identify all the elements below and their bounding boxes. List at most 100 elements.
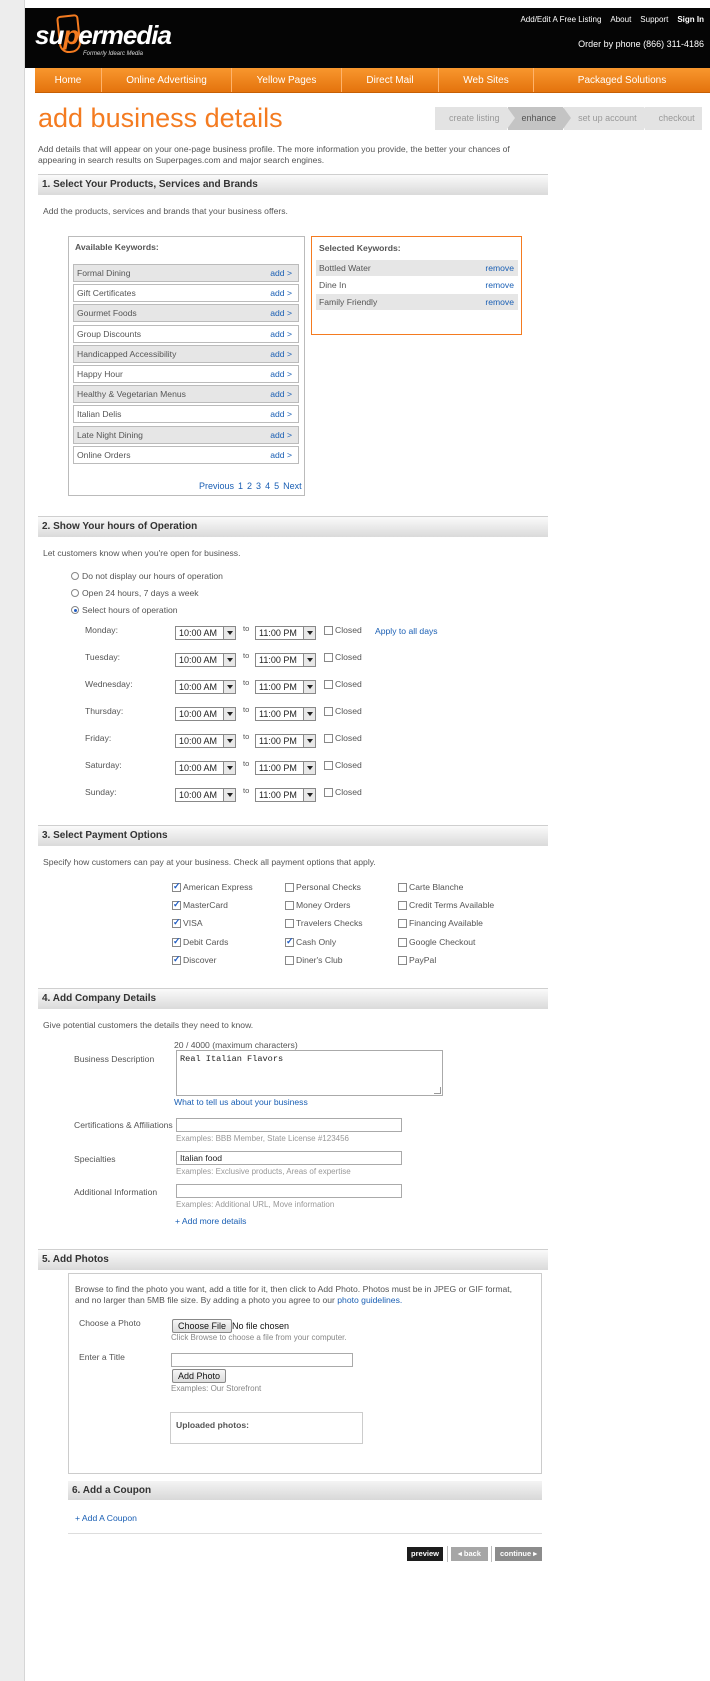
- payment-checkbox-diner-s-club[interactable]: [285, 955, 294, 965]
- pager-page-5[interactable]: 5: [274, 481, 279, 491]
- keyword-row-gift-certificates: Gift Certificates add >: [73, 284, 299, 303]
- top-link-sign-in[interactable]: Sign In: [677, 15, 704, 24]
- nav-packaged-solutions[interactable]: Packaged Solutions: [534, 68, 710, 92]
- step-set-up-account[interactable]: set up account: [564, 107, 652, 130]
- specialties-input[interactable]: Italian food: [176, 1151, 402, 1165]
- pager-next[interactable]: Next: [283, 481, 302, 491]
- payment-checkbox-mastercard[interactable]: [172, 899, 181, 911]
- remove-keyword-link[interactable]: remove: [485, 294, 514, 310]
- closed-checkbox-saturday[interactable]: [324, 761, 333, 770]
- step-create-listing[interactable]: create listing: [435, 107, 515, 130]
- nav-home[interactable]: Home: [35, 68, 102, 92]
- add-keyword-link[interactable]: add >: [270, 427, 292, 443]
- add-keyword-link[interactable]: add >: [270, 305, 292, 321]
- photo-guidelines-link[interactable]: photo guidelines.: [337, 1295, 402, 1305]
- close-time-select-sunday[interactable]: 11:00 PM: [255, 788, 316, 802]
- dropdown-arrow-icon: [223, 681, 235, 693]
- close-time-select-tuesday[interactable]: 11:00 PM: [255, 653, 316, 667]
- payment-checkbox-google-checkout[interactable]: [398, 937, 407, 947]
- open-time-select-wednesday[interactable]: 10:00 AM: [175, 680, 236, 694]
- payment-checkbox-discover[interactable]: [172, 954, 181, 965]
- open-time-select-monday[interactable]: 10:00 AM: [175, 626, 236, 640]
- payment-checkbox-financing-available[interactable]: [398, 919, 407, 929]
- add-keyword-link[interactable]: add >: [270, 366, 292, 382]
- closed-label: Closed: [335, 652, 362, 662]
- logo[interactable]: supermedia Formerly Idearc Media: [35, 13, 172, 57]
- apply-all-days-link[interactable]: Apply to all days: [375, 626, 438, 636]
- step-enhance[interactable]: enhance: [507, 107, 571, 130]
- selected-keyword-label: Dine In: [319, 280, 347, 290]
- payment-checkbox-personal-checks[interactable]: [285, 883, 294, 892]
- keyword-label: Happy Hour: [77, 369, 123, 379]
- pager-page-2[interactable]: 2: [247, 481, 252, 491]
- selected-keywords-title: Selected Keywords:: [319, 243, 401, 253]
- close-time-select-thursday[interactable]: 11:00 PM: [255, 707, 316, 721]
- payment-checkbox-paypal[interactable]: [398, 955, 407, 965]
- add-keyword-link[interactable]: add >: [270, 447, 292, 463]
- close-time-value: 11:00 PM: [259, 682, 297, 692]
- back-button[interactable]: ◂ back: [451, 1547, 488, 1561]
- closed-checkbox-wednesday[interactable]: [324, 680, 333, 689]
- add-keyword-link[interactable]: add >: [270, 346, 292, 362]
- radio-select-hours[interactable]: [71, 606, 79, 614]
- top-link-support[interactable]: Support: [640, 15, 668, 24]
- pager-page-1[interactable]: 1: [238, 481, 243, 491]
- add-keyword-link[interactable]: add >: [270, 386, 292, 402]
- open-time-select-sunday[interactable]: 10:00 AM: [175, 788, 236, 802]
- nav-online-advertising[interactable]: Online Advertising: [102, 68, 232, 92]
- add-coupon-link[interactable]: + Add A Coupon: [75, 1513, 137, 1523]
- closed-label: Closed: [335, 706, 362, 716]
- dropdown-arrow-icon: [303, 627, 315, 639]
- radio-open-24[interactable]: [71, 589, 79, 597]
- top-link-about[interactable]: About: [610, 15, 631, 24]
- payment-checkbox-money-orders[interactable]: [285, 901, 294, 911]
- nav-direct-mail[interactable]: Direct Mail: [342, 68, 439, 92]
- top-link-add-edit[interactable]: Add/Edit A Free Listing: [520, 15, 601, 24]
- closed-checkbox-monday[interactable]: [324, 626, 333, 635]
- step-checkout[interactable]: checkout: [644, 107, 702, 130]
- add-keyword-link[interactable]: add >: [270, 406, 292, 422]
- add-keyword-link[interactable]: add >: [270, 265, 292, 281]
- add-photo-button[interactable]: Add Photo: [172, 1369, 227, 1383]
- additional-info-input[interactable]: [176, 1184, 402, 1198]
- photo-title-input[interactable]: [171, 1353, 353, 1367]
- remove-keyword-link[interactable]: remove: [485, 260, 514, 276]
- payment-checkbox-travelers-checks[interactable]: [285, 919, 294, 929]
- open-time-select-friday[interactable]: 10:00 AM: [175, 734, 236, 748]
- remove-keyword-link[interactable]: remove: [485, 277, 514, 293]
- payment-checkbox-visa[interactable]: [172, 917, 181, 929]
- payment-checkbox-debit-cards[interactable]: [172, 936, 181, 947]
- payment-checkbox-carte-blanche[interactable]: [398, 883, 407, 892]
- closed-checkbox-sunday[interactable]: [324, 788, 333, 797]
- business-description-textarea[interactable]: Real Italian Flavors: [176, 1050, 443, 1096]
- what-to-tell-link[interactable]: What to tell us about your business: [174, 1097, 308, 1107]
- close-time-select-friday[interactable]: 11:00 PM: [255, 734, 316, 748]
- add-keyword-link[interactable]: add >: [270, 285, 292, 301]
- payment-checkbox-american-express[interactable]: [172, 881, 181, 892]
- preview-button[interactable]: preview: [407, 1547, 443, 1561]
- pager-previous[interactable]: Previous: [199, 481, 234, 491]
- closed-checkbox-friday[interactable]: [324, 734, 333, 743]
- nav-web-sites[interactable]: Web Sites: [439, 68, 534, 92]
- close-time-select-monday[interactable]: 11:00 PM: [255, 626, 316, 640]
- open-time-select-thursday[interactable]: 10:00 AM: [175, 707, 236, 721]
- close-time-select-saturday[interactable]: 11:00 PM: [255, 761, 316, 775]
- closed-checkbox-tuesday[interactable]: [324, 653, 333, 662]
- choose-file-button[interactable]: Choose File: [172, 1319, 233, 1333]
- payment-checkbox-cash-only[interactable]: [285, 936, 294, 947]
- pager-page-4[interactable]: 4: [265, 481, 270, 491]
- open-time-select-saturday[interactable]: 10:00 AM: [175, 761, 236, 775]
- closed-checkbox-thursday[interactable]: [324, 707, 333, 716]
- continue-button[interactable]: continue ▸: [495, 1547, 542, 1561]
- add-keyword-link[interactable]: add >: [270, 326, 292, 342]
- nav-yellow-pages[interactable]: Yellow Pages: [232, 68, 342, 92]
- close-time-select-wednesday[interactable]: 11:00 PM: [255, 680, 316, 694]
- add-more-details-link[interactable]: + Add more details: [175, 1216, 246, 1226]
- payment-checkbox-credit-terms-available[interactable]: [398, 901, 407, 911]
- open-time-select-tuesday[interactable]: 10:00 AM: [175, 653, 236, 667]
- left-gutter: [0, 0, 25, 1681]
- payment-label-personal-checks: Personal Checks: [296, 882, 361, 892]
- radio-no-hours[interactable]: [71, 572, 79, 580]
- pager-page-3[interactable]: 3: [256, 481, 261, 491]
- certifications-input[interactable]: [176, 1118, 402, 1132]
